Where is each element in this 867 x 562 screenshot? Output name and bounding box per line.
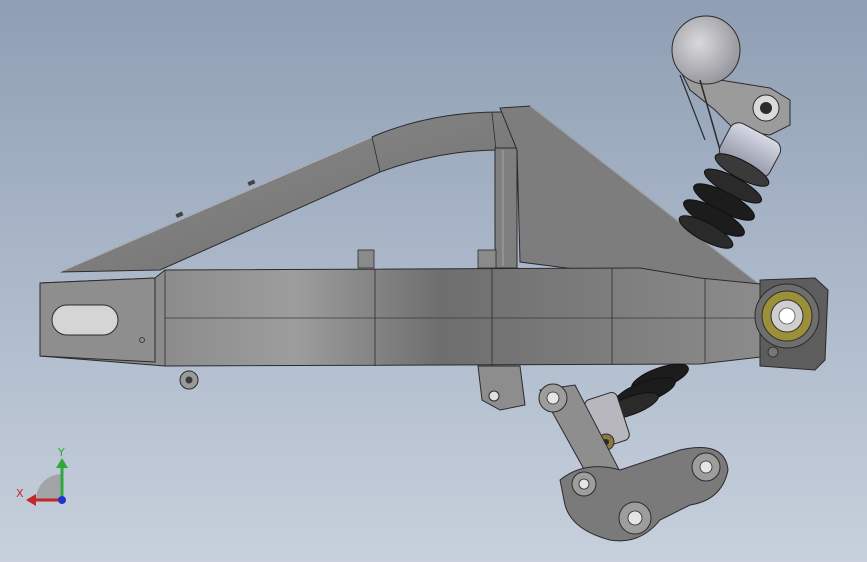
chain-guide-mount[interactable]	[179, 370, 199, 390]
swingarm-model[interactable]: Y X	[0, 0, 867, 562]
linkage-bracket[interactable]	[477, 365, 526, 411]
cad-viewport[interactable]: Y X	[0, 0, 867, 562]
axis-y-label: Y	[57, 446, 65, 459]
upper-brace[interactable]	[59, 111, 531, 273]
pivot-housing[interactable]	[754, 277, 829, 371]
rear-shock-upper[interactable]	[675, 119, 784, 254]
axle-adjuster-plate[interactable]	[39, 277, 156, 363]
axis-x-label: X	[16, 487, 24, 500]
vertical-strut[interactable]	[494, 147, 518, 269]
coordinate-triad: Y X	[16, 446, 68, 506]
